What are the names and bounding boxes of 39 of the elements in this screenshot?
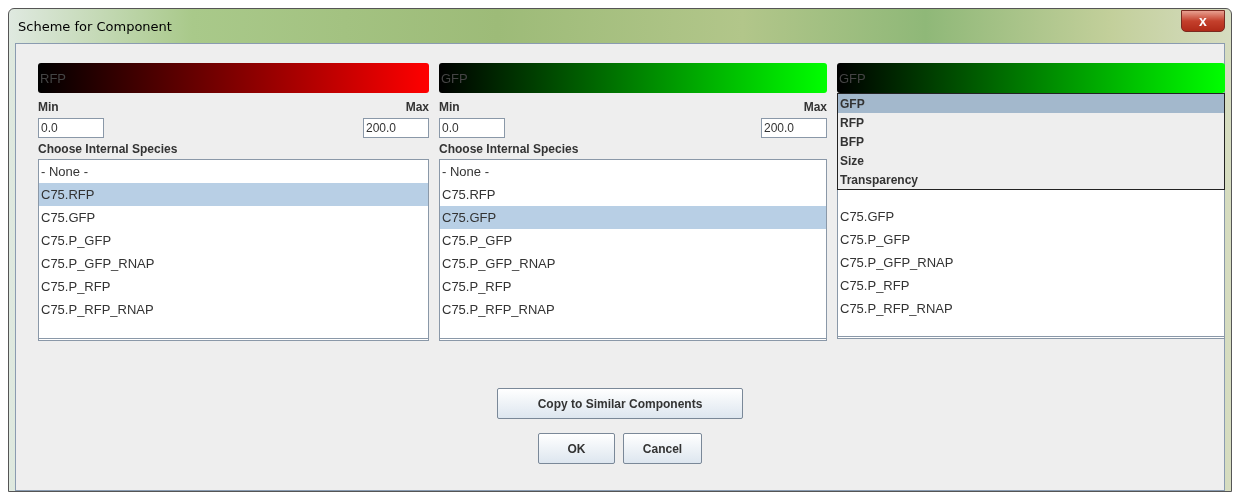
copy-button[interactable]: Copy to Similar Components <box>497 388 743 419</box>
list-item[interactable]: C75.P_GFP <box>440 229 826 252</box>
min-label: Min <box>38 100 59 115</box>
list-item[interactable]: C75.P_GFP <box>39 229 428 252</box>
max-label: Max <box>803 100 827 115</box>
list-item[interactable]: - None - <box>39 160 428 183</box>
list-item[interactable]: - None - <box>440 160 826 183</box>
menu-option[interactable]: Transparency <box>838 170 1224 189</box>
min-field[interactable]: 0.0 <box>439 118 505 138</box>
list-item[interactable]: C75.P_RFP <box>838 274 1224 297</box>
list-item[interactable]: C75.RFP <box>39 183 428 206</box>
ok-button[interactable]: OK <box>538 433 615 464</box>
max-label: Max <box>405 100 429 115</box>
list-item[interactable]: C75.P_RFP_RNAP <box>838 297 1224 320</box>
list-item[interactable]: C75.P_RFP <box>39 275 428 298</box>
menu-option[interactable]: RFP <box>838 113 1224 132</box>
list-item[interactable]: C75.P_GFP_RNAP <box>838 251 1224 274</box>
list-item[interactable]: C75.P_GFP_RNAP <box>39 252 428 275</box>
list-item[interactable]: C75.P_RFP <box>440 275 826 298</box>
menu-option[interactable]: GFP <box>838 94 1224 113</box>
list-item[interactable]: C75.GFP <box>838 205 1224 228</box>
max-field[interactable]: 200.0 <box>761 118 827 138</box>
species-label: Choose Internal Species <box>38 142 179 157</box>
list-item[interactable]: C75.P_GFP <box>838 228 1224 251</box>
cancel-button[interactable]: Cancel <box>623 433 702 464</box>
menu-option[interactable]: Size <box>838 151 1224 170</box>
list-item[interactable]: C75.GFP <box>440 206 826 229</box>
list-item[interactable]: C75.GFP <box>39 206 428 229</box>
min-field[interactable]: 0.0 <box>38 118 104 138</box>
max-field[interactable]: 200.0 <box>363 118 429 138</box>
menu-option[interactable]: BFP <box>838 132 1224 151</box>
list-item[interactable]: C75.P_GFP_RNAP <box>440 252 826 275</box>
list-item[interactable]: C75.P_RFP_RNAP <box>440 298 826 321</box>
species-label: Choose Internal Species <box>439 142 580 157</box>
window-title: Scheme for Component <box>18 18 172 34</box>
min-label: Min <box>439 100 460 115</box>
close-button[interactable]: x <box>1181 10 1225 32</box>
list-item[interactable]: C75.RFP <box>440 183 826 206</box>
list-item[interactable]: C75.P_RFP_RNAP <box>39 298 428 321</box>
